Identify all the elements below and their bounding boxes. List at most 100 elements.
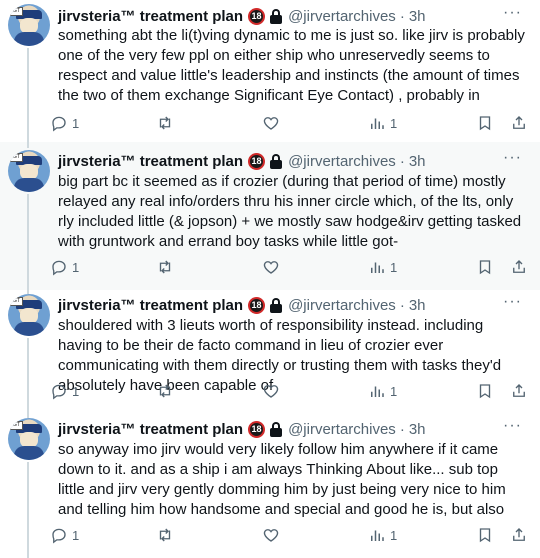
bookmark-icon (479, 260, 491, 275)
heart-icon (263, 261, 279, 274)
bookmark-icon (479, 116, 491, 131)
more-dots-icon[interactable]: ··· (503, 5, 522, 21)
display-name[interactable]: jirvsteria™ treatment plan (58, 8, 243, 25)
reply-count: 1 (72, 259, 80, 275)
handle[interactable]: @jirvertarchives (288, 8, 396, 25)
like-button[interactable] (262, 380, 280, 402)
display-name[interactable]: jirvsteria™ treatment plan (58, 297, 243, 314)
bookmark-icon (479, 384, 491, 399)
heart-icon (263, 529, 279, 542)
views-button[interactable]: 1 (368, 112, 397, 134)
lock-icon (270, 8, 283, 24)
more-dots-icon[interactable]: ··· (503, 150, 522, 166)
retweet-icon (159, 528, 171, 542)
bookmark-button[interactable] (476, 524, 494, 546)
separator-dot: · (399, 420, 405, 438)
thread-line (27, 142, 29, 148)
reply-count: 1 (72, 383, 80, 399)
reply-icon (52, 116, 66, 132)
like-button[interactable] (262, 524, 280, 546)
display-name[interactable]: jirvsteria™ treatment plan (58, 421, 243, 438)
action-bar: 1 1 (50, 112, 530, 134)
bookmark-button[interactable] (476, 256, 494, 278)
retweet-button[interactable] (156, 256, 174, 278)
share-button[interactable] (510, 256, 528, 278)
views-count: 1 (390, 383, 398, 399)
lock-icon (270, 297, 283, 313)
lock-icon (270, 421, 283, 437)
share-icon (513, 528, 525, 541)
share-icon (513, 260, 525, 273)
tweet-header: jirvsteria™ treatment plan 18 @jirvertar… (58, 150, 530, 171)
tweet-header: jirvsteria™ treatment plan 18 @jirvertar… (58, 5, 530, 26)
display-name[interactable]: jirvsteria™ treatment plan (58, 153, 243, 170)
more-dots-icon[interactable]: ··· (503, 294, 522, 310)
tweet-text: something abt the li(t)ving dynamic to m… (58, 27, 525, 104)
reply-button[interactable]: 1 (50, 112, 79, 134)
tweet-header: jirvsteria™ treatment plan 18 @jirvertar… (58, 294, 530, 315)
views-icon (371, 262, 384, 273)
views-count: 1 (390, 259, 398, 275)
share-icon (513, 384, 525, 397)
age-18-badge-icon: 18 (248, 420, 266, 438)
views-button[interactable]: 1 (368, 380, 397, 402)
bookmark-button[interactable] (476, 112, 494, 134)
handle[interactable]: @jirvertarchives (288, 421, 396, 438)
age-18-badge-icon: 18 (248, 152, 266, 170)
bookmark-icon (479, 528, 491, 543)
timestamp[interactable]: 3h (409, 421, 426, 438)
thread-line (27, 462, 29, 558)
views-icon (371, 386, 384, 397)
avatar[interactable]: GT (8, 418, 50, 460)
lock-icon (270, 153, 283, 169)
views-button[interactable]: 1 (368, 256, 397, 278)
tweet-header: jirvsteria™ treatment plan 18 @jirvertar… (58, 418, 530, 439)
heart-icon (263, 117, 279, 130)
handle[interactable]: @jirvertarchives (288, 297, 396, 314)
views-icon (371, 530, 384, 541)
avatar[interactable]: GT (8, 294, 50, 336)
reply-count: 1 (72, 527, 80, 543)
share-button[interactable] (510, 112, 528, 134)
action-bar: 1 1 (50, 256, 530, 278)
tweet-text: big part bc it seemed as if crozier (dur… (58, 173, 522, 250)
timestamp[interactable]: 3h (409, 8, 426, 25)
tweet[interactable]: GT jirvsteria™ treatment plan 18 @jirver… (0, 414, 540, 558)
reply-button[interactable]: 1 (50, 256, 79, 278)
like-button[interactable] (262, 256, 280, 278)
tweet[interactable]: GT jirvsteria™ treatment plan 18 @jirver… (0, 290, 540, 414)
reply-count: 1 (72, 115, 80, 131)
separator-dot: · (399, 7, 405, 25)
age-18-badge-icon: 18 (248, 296, 266, 314)
more-dots-icon[interactable]: ··· (503, 418, 522, 434)
thread-line (27, 48, 29, 142)
views-count: 1 (390, 115, 398, 131)
retweet-icon (159, 384, 171, 398)
views-icon (371, 118, 384, 129)
timestamp[interactable]: 3h (409, 297, 426, 314)
retweet-button[interactable] (156, 112, 174, 134)
share-button[interactable] (510, 524, 528, 546)
timestamp[interactable]: 3h (409, 153, 426, 170)
views-button[interactable]: 1 (368, 524, 397, 546)
action-bar: 1 1 (50, 524, 530, 546)
retweet-button[interactable] (156, 380, 174, 402)
reply-button[interactable]: 1 (50, 524, 79, 546)
heart-icon (263, 385, 279, 398)
age-18-badge-icon: 18 (248, 7, 266, 25)
retweet-button[interactable] (156, 524, 174, 546)
bookmark-button[interactable] (476, 380, 494, 402)
reply-icon (52, 384, 66, 400)
views-count: 1 (390, 527, 398, 543)
reply-icon (52, 260, 66, 276)
like-button[interactable] (262, 112, 280, 134)
avatar[interactable]: GT (8, 4, 50, 46)
tweet[interactable]: GT jirvsteria™ treatment plan 18 @jirver… (0, 142, 540, 290)
avatar[interactable]: GT (8, 150, 50, 192)
reply-button[interactable]: 1 (50, 380, 79, 402)
share-icon (513, 116, 525, 129)
action-bar: 1 1 (50, 380, 530, 402)
handle[interactable]: @jirvertarchives (288, 153, 396, 170)
tweet[interactable]: GT jirvsteria™ treatment plan 18 @jirver… (0, 0, 540, 142)
share-button[interactable] (510, 380, 528, 402)
